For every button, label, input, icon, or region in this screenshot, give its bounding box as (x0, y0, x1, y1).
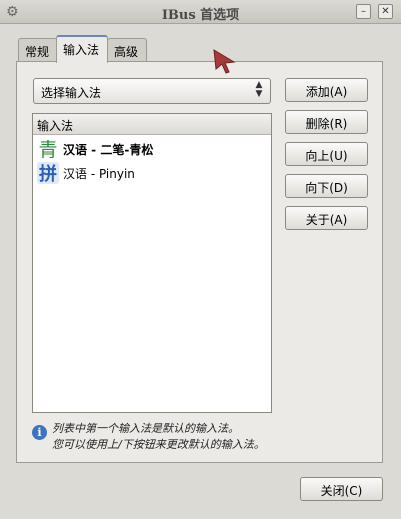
about-button-label: 关于(A) (305, 213, 348, 227)
list-item-label: 汉语 - 二笔-青松 (63, 143, 154, 157)
tab-general[interactable]: 常规 (18, 38, 58, 62)
move-up-button-label: 向上(U) (305, 149, 348, 163)
list-column-header-label: 输入法 (37, 119, 74, 133)
input-method-select-value: 选择输入法 (41, 86, 102, 100)
list-column-header[interactable]: 输入法 (33, 114, 271, 135)
add-button[interactable]: 添加(A) (285, 78, 368, 102)
info-icon: i (32, 425, 47, 440)
pinyin-icon: 拼 (37, 162, 59, 185)
remove-button-label: 删除(R) (305, 117, 348, 131)
move-down-button-label: 向下(D) (305, 181, 348, 195)
tab-advanced-label: 高级 (114, 45, 139, 59)
input-method-select[interactable]: 选择输入法 ▲ ▼ (33, 78, 271, 104)
close-button-label: 关闭(C) (320, 484, 363, 498)
erbi-qingsong-icon: 青 (37, 138, 59, 161)
move-up-button[interactable]: 向上(U) (285, 142, 368, 166)
close-window-icon[interactable]: ✕ (378, 4, 393, 19)
pinyin-glyph: 拼 (39, 163, 57, 184)
close-button[interactable]: 关闭(C) (300, 477, 383, 501)
add-button-label: 添加(A) (305, 85, 348, 99)
tab-advanced[interactable]: 高级 (107, 38, 147, 62)
tab-input-method-label: 输入法 (63, 43, 100, 57)
title-bar: ⚙ IBus 首选项 – ✕ (0, 0, 401, 24)
erbi-glyph: 青 (38, 139, 57, 160)
about-button[interactable]: 关于(A) (285, 206, 368, 230)
window-title: IBus 首选项 (161, 8, 240, 23)
mouse-pointer-icon (212, 48, 236, 77)
info-text-line1: 列表中第一个输入法是默认的输入法。 (52, 422, 239, 435)
minimize-icon[interactable]: – (356, 4, 371, 19)
updown-arrow-icon: ▲ ▼ (255, 80, 263, 99)
info-text-line2: 您可以使用上/下按钮来更改默认的输入法。 (52, 438, 265, 451)
tab-general-label: 常规 (25, 45, 50, 59)
tab-input-method[interactable]: 输入法 (56, 35, 108, 63)
move-down-button[interactable]: 向下(D) (285, 174, 368, 198)
remove-button[interactable]: 删除(R) (285, 110, 368, 134)
list-item-label: 汉语 - Pinyin (63, 167, 135, 181)
input-method-list[interactable]: 输入法 青 汉语 - 二笔-青松 拼 汉语 - Pinyin (32, 113, 272, 413)
